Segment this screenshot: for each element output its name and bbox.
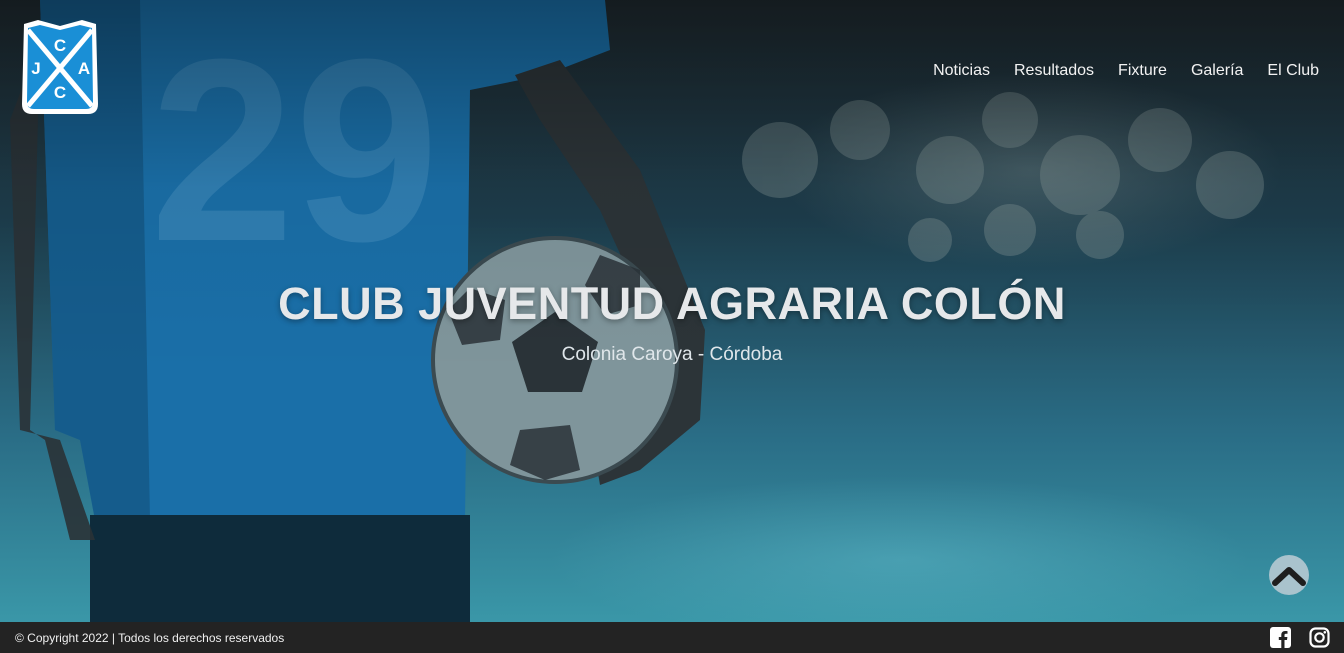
club-shield-icon: C J A C <box>22 20 98 114</box>
nav-item-el-club[interactable]: El Club <box>1267 62 1319 80</box>
hero-section: 29 C J A C Noticias Resultados Fixture G… <box>0 0 1344 622</box>
hero-subtitle: Colonia Caroya - Córdoba <box>561 344 783 365</box>
logo-letter-bottom: C <box>54 83 66 102</box>
chevron-up-icon <box>1272 567 1306 586</box>
logo-letter-left: J <box>31 59 40 78</box>
hero-title: CLUB JUVENTUD AGRARIA COLÓN <box>278 278 1066 329</box>
logo-letter-top: C <box>54 36 66 55</box>
nav-item-noticias[interactable]: Noticias <box>933 62 990 80</box>
logo-letter-right: A <box>78 59 90 78</box>
club-logo[interactable]: C J A C <box>20 18 100 124</box>
facebook-icon[interactable] <box>1270 627 1291 648</box>
instagram-icon[interactable] <box>1309 627 1330 648</box>
nav-item-resultados[interactable]: Resultados <box>1014 62 1094 80</box>
nav-item-galeria[interactable]: Galería <box>1191 62 1243 80</box>
main-nav: Noticias Resultados Fixture Galería El C… <box>933 62 1319 80</box>
copyright-text: © Copyright 2022 | Todos los derechos re… <box>15 631 285 645</box>
scroll-to-top-button[interactable] <box>1269 555 1309 595</box>
nav-item-fixture[interactable]: Fixture <box>1118 62 1167 80</box>
site-footer: © Copyright 2022 | Todos los derechos re… <box>0 622 1344 653</box>
social-links <box>1270 627 1330 648</box>
